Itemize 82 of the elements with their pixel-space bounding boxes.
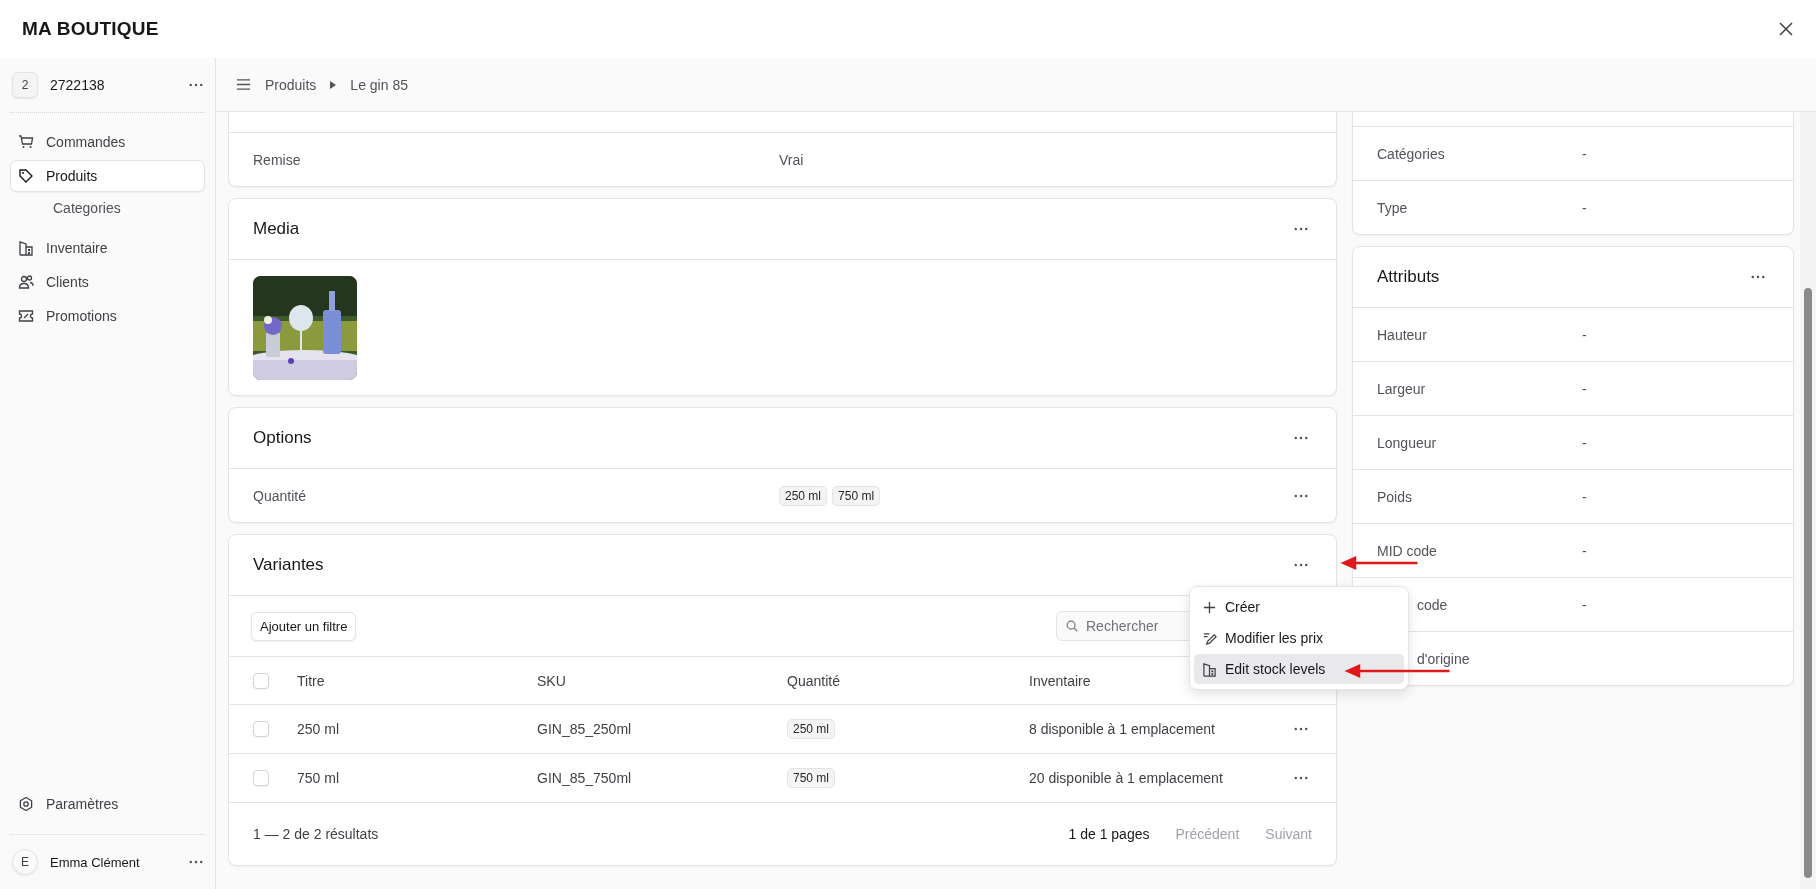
field-label: Longueur	[1377, 434, 1438, 451]
close-icon[interactable]	[1778, 21, 1794, 37]
field-value: -	[1582, 542, 1588, 559]
users-icon	[18, 274, 34, 290]
more-icon[interactable]	[1294, 493, 1308, 498]
table-cell: 20 disponible à 1 emplacement	[1029, 770, 1223, 786]
field-value: -	[1582, 596, 1588, 613]
more-icon[interactable]	[189, 83, 203, 87]
store-name[interactable]: 2722138	[50, 77, 177, 93]
quantity-tag: 750 ml	[787, 768, 836, 788]
more-icon[interactable]	[1294, 563, 1308, 567]
user-name[interactable]: Emma Clément	[50, 854, 177, 870]
more-icon[interactable]	[1294, 727, 1308, 731]
field-value: -	[1582, 326, 1588, 343]
coupon-icon	[18, 308, 34, 324]
field-value: -	[1582, 145, 1588, 162]
option-tag: 750 ml	[832, 485, 881, 506]
field-label: Hauteur	[1377, 326, 1428, 343]
nav-subitem[interactable]: Categories	[10, 193, 205, 223]
more-icon[interactable]	[189, 860, 203, 864]
field-value: -	[1582, 434, 1588, 451]
store-title: MA BOUTIQUE	[22, 18, 159, 40]
menu-item[interactable]: Edit stock levels	[1194, 654, 1404, 684]
nav-item[interactable]: Produits	[10, 160, 205, 192]
nav-item[interactable]: Inventaire	[10, 232, 205, 264]
more-icon[interactable]	[1294, 776, 1308, 780]
field-value: -	[1582, 380, 1588, 397]
settings-icon	[18, 796, 34, 812]
tag-icon	[18, 168, 34, 184]
pen-icon	[1202, 630, 1217, 646]
option-tag: 250 ml	[779, 485, 828, 506]
user-avatar: E	[12, 849, 38, 875]
page-indicator: 1 de 1 pages	[1068, 826, 1150, 842]
breadcrumb-link[interactable]: Le gin 85	[350, 76, 408, 93]
nav-item[interactable]: Paramètres	[10, 788, 205, 820]
result-count: 1 — 2 de 2 résultats	[253, 826, 379, 842]
cart-icon	[18, 134, 34, 150]
column-header: SKU	[537, 672, 566, 689]
table-cell: 750 ml	[297, 770, 340, 786]
column-header: Titre	[297, 672, 325, 689]
add-filter-button[interactable]: Ajouter un filtre	[251, 611, 357, 641]
table-cell: GIN_85_250ml	[537, 721, 632, 737]
card-title: Options	[253, 428, 312, 448]
checkbox[interactable]	[253, 770, 269, 786]
field-label: MID code	[1377, 542, 1438, 559]
nav-item[interactable]: Commandes	[10, 126, 205, 158]
field-value: -	[1582, 488, 1588, 505]
more-icon[interactable]	[1294, 227, 1308, 231]
checkbox[interactable]	[253, 721, 269, 737]
table-cell: GIN_85_750ml	[537, 770, 632, 786]
checkbox[interactable]	[253, 672, 269, 689]
building-icon	[1202, 661, 1217, 677]
search-icon	[1065, 619, 1079, 633]
card-title: Attributs	[1377, 267, 1440, 287]
building-icon	[18, 240, 34, 256]
more-icon[interactable]	[1751, 275, 1765, 279]
field-label: Type	[1377, 199, 1409, 216]
field-label: Largeur	[1377, 380, 1427, 397]
column-header: Inventaire	[1029, 672, 1091, 689]
card-title: Variantes	[253, 555, 324, 575]
more-icon[interactable]	[1294, 436, 1308, 440]
menu-icon[interactable]	[236, 77, 251, 92]
quantity-tag: 250 ml	[787, 719, 836, 739]
column-header: Quantité	[787, 672, 840, 689]
field-label: d'origine	[1416, 650, 1471, 667]
field-label: Catégories	[1377, 145, 1446, 162]
field-value: -	[1582, 199, 1588, 216]
breadcrumb-link[interactable]: Produits	[265, 76, 317, 93]
chevron-icon	[330, 80, 337, 89]
field-value: Vrai	[779, 151, 805, 168]
field-label: Quantité	[253, 487, 307, 504]
field-label: Poids	[1377, 488, 1414, 505]
nav-item[interactable]: Clients	[10, 266, 205, 298]
field-label: Remise	[253, 151, 302, 168]
field-label: code	[1416, 596, 1449, 613]
scrollbar[interactable]	[1800, 112, 1816, 889]
plus-icon	[1202, 599, 1217, 615]
store-badge: 2	[12, 72, 38, 98]
table-cell: 250 ml	[297, 721, 340, 737]
nav-item[interactable]: Promotions	[10, 300, 205, 332]
table-cell: 8 disponible à 1 emplacement	[1029, 721, 1215, 737]
card-title: Media	[253, 219, 300, 239]
